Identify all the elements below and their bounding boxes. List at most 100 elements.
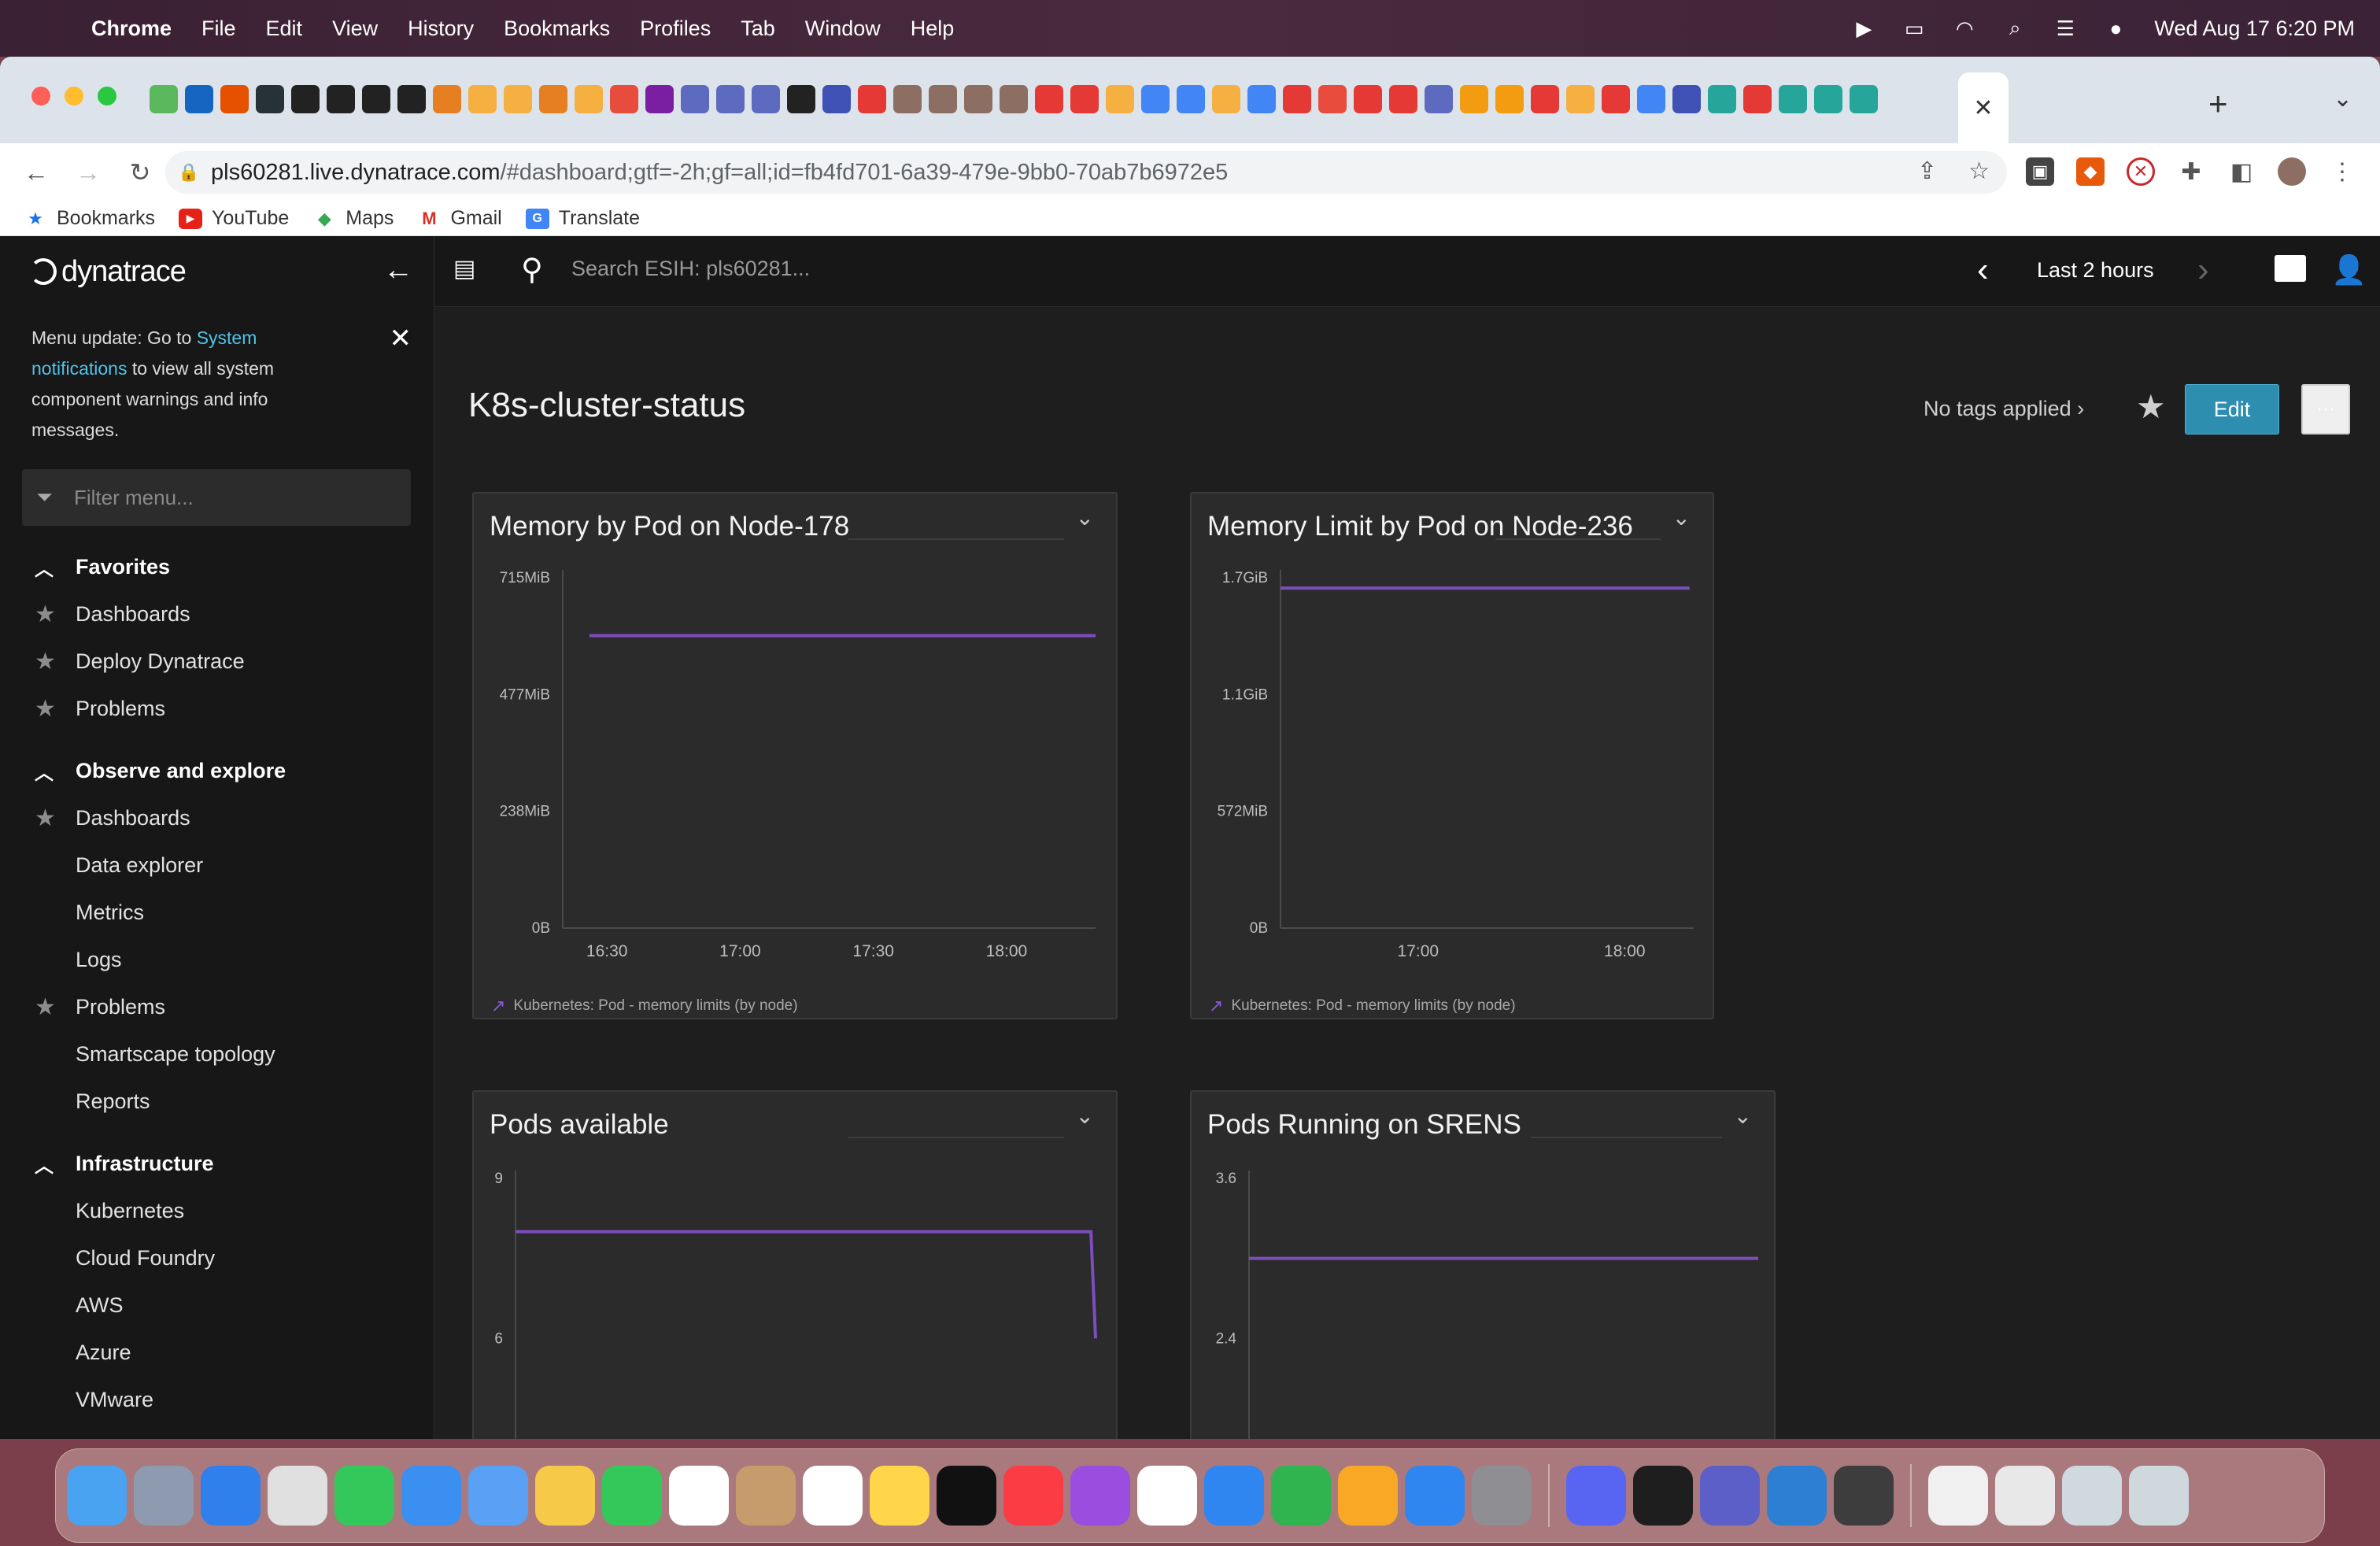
- tab-favicon-icon[interactable]: [1779, 85, 1807, 113]
- tab-favicon-icon[interactable]: [539, 85, 567, 113]
- tab-favicon-icon[interactable]: [964, 85, 992, 113]
- tab-favicon-icon[interactable]: [1354, 85, 1382, 113]
- terminal-icon[interactable]: [1633, 1466, 1693, 1526]
- close-window-button[interactable]: [31, 87, 50, 105]
- tab-favicon-icon[interactable]: [256, 85, 284, 113]
- tab-favicon-icon[interactable]: [1814, 85, 1842, 113]
- tab-favicon-icon[interactable]: [575, 85, 603, 113]
- filter-menu-input[interactable]: [74, 485, 389, 510]
- edit-button[interactable]: Edit: [2185, 384, 2279, 435]
- chevron-down-icon[interactable]: ⌄: [1734, 1103, 1752, 1129]
- tab-favicon-icon[interactable]: [1425, 85, 1453, 113]
- star-icon[interactable]: ★: [35, 601, 58, 628]
- tab-favicon-icon[interactable]: [468, 85, 497, 113]
- trash-icon[interactable]: [2129, 1466, 2189, 1526]
- nav-item-azure[interactable]: Azure: [0, 1329, 434, 1376]
- tab-favicon-icon[interactable]: [752, 85, 780, 113]
- nav-item-favorites-dashboards[interactable]: ★ Dashboards: [0, 590, 434, 638]
- bookmark-translate[interactable]: G Translate: [525, 207, 640, 230]
- system-preferences-icon[interactable]: [1472, 1466, 1532, 1526]
- search-icon[interactable]: ⚲: [521, 252, 543, 287]
- timeframe-next-icon[interactable]: ›: [2197, 250, 2209, 290]
- tab-favicon-icon[interactable]: [185, 85, 213, 113]
- close-notice-icon[interactable]: ✕: [390, 323, 412, 354]
- apple-tv-icon[interactable]: [937, 1466, 996, 1526]
- numbers-icon[interactable]: [1271, 1466, 1331, 1526]
- tab-favicon-icon[interactable]: [1531, 85, 1559, 113]
- nav-section-infrastructure[interactable]: ︿ Infrastructure: [0, 1140, 434, 1187]
- nav-item-data-explorer[interactable]: Data explorer: [0, 841, 434, 889]
- more-actions-button[interactable]: ···: [2301, 384, 2350, 435]
- nav-section-favorites[interactable]: ︿ Favorites: [0, 543, 434, 590]
- tab-favicon-icon[interactable]: [610, 85, 638, 113]
- chat-icon[interactable]: [2275, 255, 2306, 282]
- dashboard-tile[interactable]: 3.62.41.2Pods Running on SRENS⌄: [1190, 1090, 1776, 1439]
- tab-favicon-icon[interactable]: [1495, 85, 1524, 113]
- user-menu-icon[interactable]: 👤: [2331, 253, 2367, 287]
- dynatrace-logo[interactable]: dynatrace: [30, 252, 187, 291]
- chevron-down-icon[interactable]: ⌄: [1672, 505, 1691, 531]
- music-icon[interactable]: [1003, 1466, 1063, 1526]
- mail-icon[interactable]: [401, 1466, 461, 1526]
- nav-item-problems[interactable]: ★ Problems: [0, 983, 434, 1030]
- menu-tab[interactable]: Tab: [741, 17, 775, 41]
- series-line[interactable]: [516, 1230, 1097, 1339]
- nav-item-cloud-foundry[interactable]: Cloud Foundry: [0, 1234, 434, 1282]
- tab-favicon-icon[interactable]: [929, 85, 957, 113]
- menu-history[interactable]: History: [408, 17, 474, 41]
- tab-favicon-icon[interactable]: [1035, 85, 1063, 113]
- menu-app-name[interactable]: Chrome: [91, 17, 172, 41]
- tab-favicon-icon[interactable]: [433, 85, 461, 113]
- tab-favicon-icon[interactable]: [1850, 85, 1878, 113]
- tab-favicon-icon[interactable]: [645, 85, 674, 113]
- siri-icon[interactable]: ●: [2104, 17, 2127, 40]
- tab-favicon-icon[interactable]: [1141, 85, 1170, 113]
- menu-file[interactable]: File: [201, 17, 236, 41]
- finder-icon[interactable]: [67, 1466, 127, 1526]
- nav-item-logs[interactable]: Logs: [0, 936, 434, 983]
- nav-item-aws[interactable]: AWS: [0, 1282, 434, 1329]
- nav-section-observe[interactable]: ︿ Observe and explore: [0, 747, 434, 794]
- nav-item-dashboards[interactable]: ★ Dashboards: [0, 794, 434, 841]
- battery-icon[interactable]: ▭: [1902, 17, 1926, 40]
- nav-item-kubernetes[interactable]: Kubernetes: [0, 1187, 434, 1234]
- tab-favicon-icon[interactable]: [858, 85, 886, 113]
- menu-view[interactable]: View: [332, 17, 378, 41]
- app-store-icon[interactable]: [1405, 1466, 1465, 1526]
- contacts-icon[interactable]: [736, 1466, 796, 1526]
- extension-icon[interactable]: ▣: [2026, 157, 2054, 186]
- dashboard-tile[interactable]: 963Pods available⌄: [472, 1090, 1118, 1439]
- tab-favicon-icon[interactable]: [362, 85, 390, 113]
- tab-favicon-icon[interactable]: [1106, 85, 1134, 113]
- keynote-icon[interactable]: [1204, 1466, 1264, 1526]
- tab-favicon-icon[interactable]: [150, 85, 178, 113]
- calendar-icon[interactable]: [669, 1466, 729, 1526]
- nav-item-favorites-problems[interactable]: ★ Problems: [0, 685, 434, 732]
- nav-item-smartscape[interactable]: Smartscape topology: [0, 1030, 434, 1078]
- back-icon[interactable]: ←: [20, 158, 52, 187]
- photos-icon[interactable]: [535, 1466, 595, 1526]
- tags-selector[interactable]: No tags applied ›: [1924, 397, 2084, 421]
- pages-icon[interactable]: [1338, 1466, 1398, 1526]
- messages-icon[interactable]: [334, 1466, 394, 1526]
- nav-item-vmware[interactable]: VMware: [0, 1376, 434, 1423]
- nav-item-metrics[interactable]: Metrics: [0, 889, 434, 936]
- tab-favicon-icon[interactable]: [1708, 85, 1736, 113]
- teams-icon[interactable]: [1700, 1466, 1760, 1526]
- tab-favicon-icon[interactable]: [893, 85, 922, 113]
- tab-favicon-icon[interactable]: [1177, 85, 1205, 113]
- star-icon[interactable]: ★: [35, 804, 58, 832]
- sublime-icon[interactable]: [1834, 1466, 1894, 1526]
- tab-favicon-icon[interactable]: [1389, 85, 1417, 113]
- menu-bookmarks[interactable]: Bookmarks: [504, 17, 610, 41]
- active-tab-close-icon[interactable]: ✕: [1958, 72, 2009, 143]
- star-icon[interactable]: ★: [35, 993, 58, 1021]
- tab-favicon-icon[interactable]: [291, 85, 320, 113]
- menu-help[interactable]: Help: [911, 17, 955, 41]
- tab-search-icon[interactable]: ⌄: [2333, 85, 2352, 113]
- bookmark-bookmarks[interactable]: ★ Bookmarks: [24, 207, 155, 230]
- tab-favicon-icon[interactable]: [1602, 85, 1630, 113]
- news-icon[interactable]: [1137, 1466, 1197, 1526]
- tab-favicon-icon[interactable]: [1212, 85, 1240, 113]
- reload-icon[interactable]: ↻: [124, 157, 156, 187]
